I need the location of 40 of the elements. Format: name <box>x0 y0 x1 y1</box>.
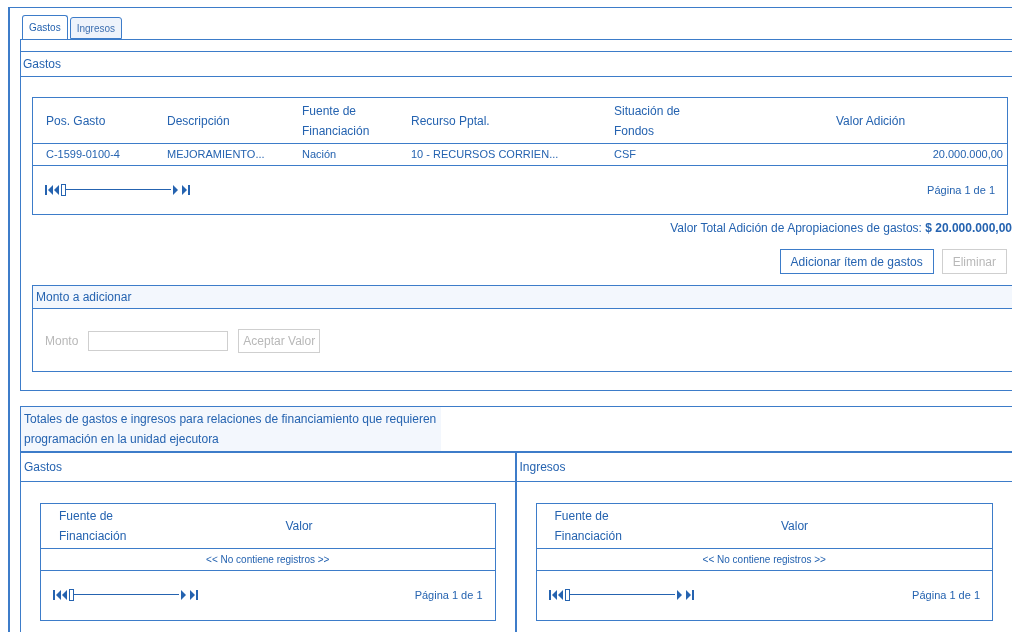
panel-header: Monto a adicionar <box>33 286 1012 309</box>
column-header: Valor <box>285 518 313 535</box>
column-header: Recurso Pptal. <box>411 113 490 130</box>
tab[interactable]: Ingresos <box>69 17 123 39</box>
column-header: Situación de Fondos <box>614 103 682 140</box>
page-indicator: Página 1 de 1 <box>927 182 995 198</box>
first-page-icon[interactable] <box>53 590 67 601</box>
last-page-icon[interactable] <box>676 590 695 601</box>
column-header: Fuente de Financiación <box>554 508 623 545</box>
field-label: Monto <box>45 333 79 350</box>
tab[interactable]: Gastos <box>22 15 68 39</box>
table-cell: 20.000.000,00 <box>932 148 1003 160</box>
column-header: Descripción <box>167 113 230 130</box>
first-page-icon[interactable] <box>548 590 563 601</box>
column-header: Valor <box>780 518 809 535</box>
first-page-icon[interactable] <box>45 184 59 195</box>
page-slider[interactable] <box>564 589 675 602</box>
column-header: Pos. Gasto <box>46 113 106 130</box>
page-slider[interactable] <box>61 183 171 196</box>
column-header: Fuente de Financiación <box>59 508 128 545</box>
section-title: Totales de gastos e ingresos para relaciones de financiamiento que requieren programación en la unidad ejecutora <box>21 407 441 451</box>
table-cell: C-1599-0100-4 <box>46 148 120 160</box>
empty-message: << No contiene registros >> <box>702 554 826 565</box>
last-page-icon[interactable] <box>173 184 191 195</box>
page-indicator: Página 1 de 1 <box>414 588 483 603</box>
total-label: Valor Total Adición de Apropiaciones de gastos: $ 20.000.000,00 <box>670 220 1012 237</box>
panel-header: Gastos <box>21 453 515 482</box>
page-indicator: Página 1 de 1 <box>912 588 980 603</box>
last-page-icon[interactable] <box>181 590 199 601</box>
column-header: Valor Adición <box>835 113 906 130</box>
empty-message: << No contiene registros >> <box>206 554 330 565</box>
panel-header: Ingresos <box>516 453 1012 482</box>
column-header: Fuente de Financiación <box>302 103 371 140</box>
table-cell: 10 - RECURSOS CORRIEN... <box>411 148 559 160</box>
table-cell: MEJORAMIENTO... <box>167 148 265 160</box>
table-cell: CSF <box>614 148 636 160</box>
action-button[interactable]: Adicionar ítem de gastos <box>779 249 934 274</box>
table-cell: Nación <box>302 148 337 160</box>
page-slider[interactable] <box>69 589 179 602</box>
panel-header: Gastos <box>21 51 1012 77</box>
